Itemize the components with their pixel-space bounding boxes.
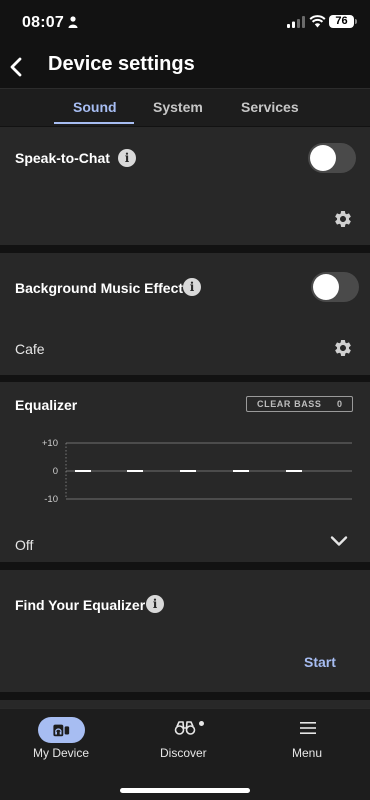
battery-cap [355, 19, 357, 24]
equalizer-card: Equalizer CLEAR BASS 0 +10 0 -10 Off [0, 382, 370, 562]
find-equalizer-card: Find Your Equalizer i Start [0, 570, 370, 692]
gear-icon[interactable] [333, 209, 353, 229]
tab-sound[interactable]: Sound [73, 99, 117, 115]
active-nav-pill [38, 717, 85, 743]
gear-icon[interactable] [333, 338, 353, 358]
nav-menu[interactable]: Menu [246, 709, 370, 779]
equalizer-label: Equalizer [15, 397, 78, 413]
eq-band-marker[interactable] [127, 470, 143, 472]
eq-band-marker[interactable] [233, 470, 249, 472]
background-music-toggle[interactable] [311, 272, 359, 302]
speak-to-chat-card: Speak-to-Chat i [0, 127, 370, 245]
start-button[interactable]: Start [304, 654, 336, 670]
y-tick-label: 0 [53, 466, 58, 477]
chevron-down-icon[interactable] [330, 535, 348, 547]
tab-bar: Sound System Services [0, 88, 370, 126]
tab-services[interactable]: Services [241, 99, 299, 115]
info-icon[interactable]: i [146, 595, 164, 613]
eq-band-marker[interactable] [286, 470, 302, 472]
nav-my-device[interactable]: My Device [0, 709, 123, 779]
eq-band-marker[interactable] [75, 470, 91, 472]
nav-label: Discover [160, 746, 207, 760]
toggle-knob [313, 274, 339, 300]
nav-discover[interactable]: Discover [123, 709, 246, 779]
binoculars-icon [174, 721, 196, 735]
signal-icon [287, 16, 305, 28]
wifi-icon [309, 15, 326, 28]
info-icon[interactable]: i [118, 149, 136, 167]
background-music-label: Background Music Effect [15, 280, 184, 296]
speak-to-chat-label: Speak-to-Chat [15, 150, 110, 166]
y-tick-label: -10 [44, 494, 58, 505]
nav-label: My Device [33, 746, 90, 760]
find-equalizer-label: Find Your Equalizer [15, 597, 146, 613]
eq-band-marker[interactable] [180, 470, 196, 472]
y-tick-label: +10 [42, 438, 58, 449]
headphones-icon [53, 724, 70, 737]
back-icon[interactable] [8, 56, 24, 78]
bottom-nav: My Device Discover Menu [0, 708, 370, 800]
status-bar: 08:07 76 [0, 0, 370, 46]
toggle-knob [310, 145, 336, 171]
tab-system[interactable]: System [153, 99, 203, 115]
clear-bass-value: 0 [336, 399, 342, 409]
header: Device settings [0, 46, 370, 88]
equalizer-preset-value[interactable]: Off [15, 537, 33, 553]
nav-label: Menu [292, 746, 323, 760]
notification-dot [199, 721, 204, 726]
info-icon[interactable]: i [183, 278, 201, 296]
clear-bass-badge: CLEAR BASS 0 [246, 396, 353, 412]
speak-to-chat-toggle[interactable] [308, 143, 356, 173]
background-music-card: Background Music Effect i Cafe [0, 253, 370, 375]
person-icon [68, 16, 78, 28]
active-tab-indicator [54, 122, 134, 124]
equalizer-graph[interactable]: +10 0 -10 [0, 432, 370, 508]
page-title: Device settings [48, 53, 195, 75]
background-music-value: Cafe [15, 341, 45, 357]
battery-indicator: 76 [329, 15, 354, 28]
hamburger-icon [300, 722, 316, 734]
next-card-edge [0, 700, 370, 708]
clear-bass-label: CLEAR BASS [257, 399, 322, 409]
status-time: 08:07 [22, 14, 64, 31]
home-indicator[interactable] [120, 788, 250, 793]
